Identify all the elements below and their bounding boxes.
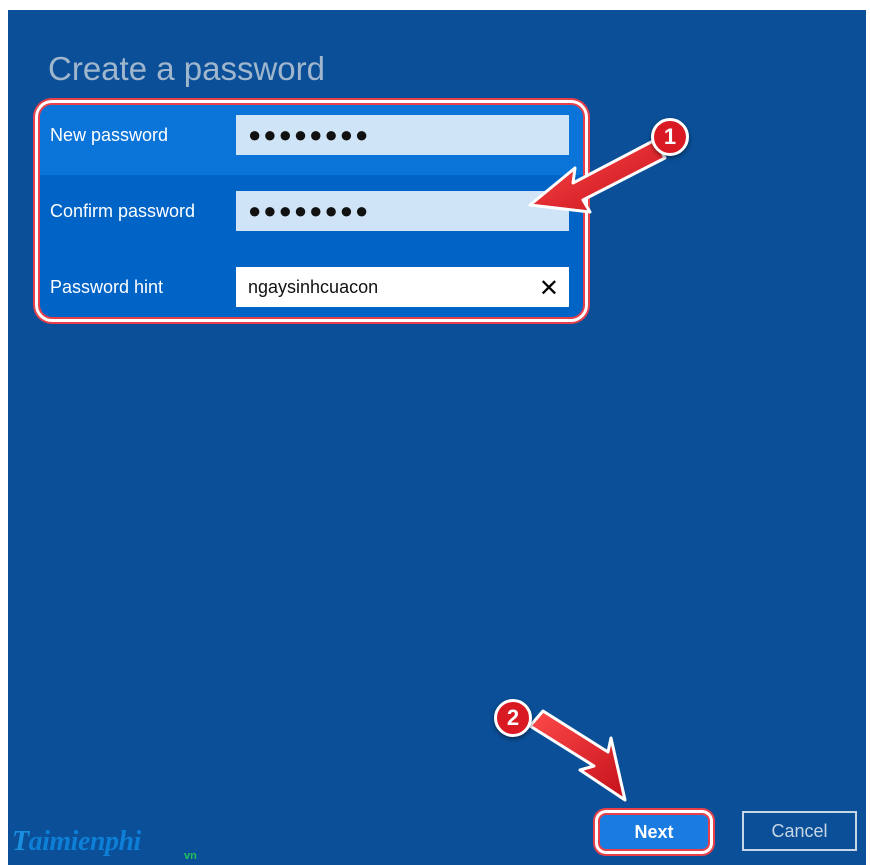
confirm-password-field[interactable]: ●●●●●●●●	[236, 191, 569, 231]
step-1-badge: 1	[651, 118, 689, 156]
logo-initial: T	[12, 826, 29, 857]
password-hint-field[interactable]: ngaysinhcuacon ✕	[236, 267, 569, 307]
password-hint-value: ngaysinhcuacon	[248, 276, 379, 297]
password-form: New password ●●●●●●●● Confirm password ●…	[38, 103, 585, 319]
watermark-logo: T aimienphi vn	[12, 822, 197, 862]
confirm-password-label: Confirm password	[50, 201, 196, 221]
next-button[interactable]: Next	[598, 813, 710, 851]
new-password-row: New password ●●●●●●●●	[40, 105, 583, 175]
new-password-label: New password	[50, 125, 169, 145]
cancel-button[interactable]: Cancel	[742, 811, 857, 851]
clear-icon[interactable]: ✕	[539, 274, 559, 303]
new-password-field[interactable]: ●●●●●●●●	[236, 115, 569, 155]
logo-brand: aimienphi	[28, 826, 142, 857]
password-hint-row: Password hint ngaysinhcuacon ✕	[40, 257, 583, 317]
step-2-badge: 2	[494, 699, 532, 737]
confirm-password-row: Confirm password ●●●●●●●●	[40, 181, 583, 251]
password-dialog: Create a password New password ●●●●●●●● …	[8, 10, 866, 865]
page-title: Create a password	[48, 50, 325, 87]
logo-suffix: vn	[184, 850, 197, 862]
password-hint-label: Password hint	[50, 277, 164, 297]
